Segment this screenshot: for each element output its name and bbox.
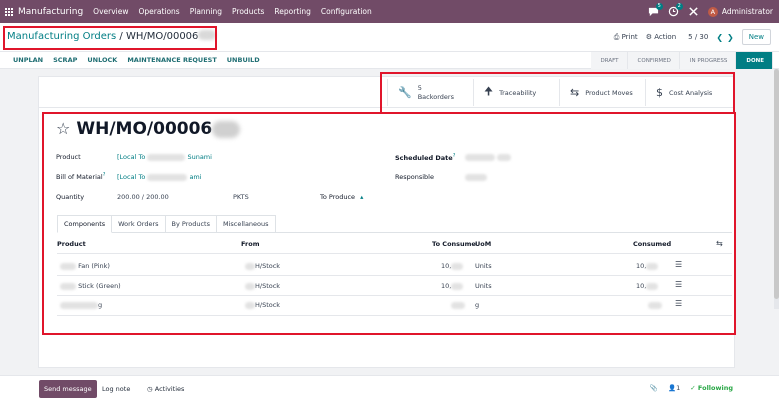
app-name[interactable]: Manufacturing — [18, 7, 83, 17]
action-label: Action — [654, 33, 677, 41]
menu-reporting[interactable]: Reporting — [274, 7, 310, 16]
highlight-box-form — [42, 112, 736, 335]
messages-count: 5 — [655, 3, 663, 10]
scrollbar-thumb[interactable] — [774, 69, 779, 299]
followers-button[interactable]: 👤1 — [668, 384, 680, 392]
print-button[interactable]: ⎙ Print — [614, 33, 638, 42]
menu-operations[interactable]: Operations — [138, 7, 179, 16]
unplan-button[interactable]: UNPLAN — [13, 56, 43, 64]
unbuild-button[interactable]: UNBUILD — [227, 56, 260, 64]
activities-button[interactable]: ◷ Activities — [147, 385, 184, 393]
clock-icon: ◷ — [147, 385, 153, 393]
activities-label: Activities — [154, 385, 185, 393]
attachment-icon[interactable]: 📎 — [650, 384, 658, 392]
control-panel-right: ⎙ Print ⚙ Action 5 / 30 ❮ ❯ New — [614, 29, 771, 45]
action-button[interactable]: ⚙ Action — [646, 33, 676, 41]
activities-button[interactable]: 2 — [668, 3, 683, 17]
avatar[interactable]: A — [707, 6, 718, 17]
pager-value[interactable]: 5 / 30 — [688, 33, 708, 41]
maintenance-request-button[interactable]: MAINTENANCE REQUEST — [127, 56, 216, 64]
tools-icon[interactable] — [688, 6, 699, 17]
pager-next-icon[interactable]: ❯ — [727, 33, 734, 42]
print-label: Print — [621, 32, 638, 41]
highlight-box-smart-buttons — [380, 72, 735, 114]
chatter-right: 📎 👤1 ✓ Following — [650, 384, 733, 392]
gear-icon: ⚙ — [645, 33, 652, 41]
pager-previous-icon[interactable]: ❮ — [716, 33, 723, 42]
menu-products[interactable]: Products — [232, 7, 264, 16]
menu-overview[interactable]: Overview — [93, 7, 128, 16]
stage-done[interactable]: DONE — [736, 52, 773, 69]
action-bar: UNPLAN SCRAP UNLOCK MAINTENANCE REQUEST … — [0, 52, 779, 69]
main-menu: Overview Operations Planning Products Re… — [93, 7, 372, 16]
following-label: Following — [697, 384, 733, 392]
following-button[interactable]: ✓ Following — [690, 384, 733, 392]
send-message-button[interactable]: Send message — [39, 380, 97, 398]
log-note-button[interactable]: Log note — [102, 385, 130, 393]
stage-draft[interactable]: DRAFT — [590, 52, 628, 69]
print-icon: ⎙ — [613, 32, 620, 41]
chatter: Send message Log note ◷ Activities 📎 👤1 … — [0, 375, 779, 412]
stage-confirmed[interactable]: CONFIRMED — [627, 52, 680, 69]
followers-count: 1 — [676, 384, 681, 392]
messages-button[interactable]: 5 — [648, 3, 663, 17]
activities-count: 2 — [675, 3, 683, 10]
user-name[interactable]: Administrator — [722, 7, 773, 16]
status-bar: DRAFT CONFIRMED IN PROGRESS DONE — [590, 52, 773, 69]
scrap-button[interactable]: SCRAP — [53, 56, 77, 64]
new-button[interactable]: New — [741, 29, 771, 45]
highlight-box-breadcrumb — [3, 26, 217, 50]
stage-in-progress[interactable]: IN PROGRESS — [679, 52, 737, 69]
menu-configuration[interactable]: Configuration — [321, 7, 372, 16]
systray: 5 2 A Administrator — [648, 0, 773, 23]
top-navbar: Manufacturing Overview Operations Planni… — [0, 0, 779, 23]
action-buttons: UNPLAN SCRAP UNLOCK MAINTENANCE REQUEST … — [13, 56, 260, 64]
apps-menu-icon[interactable] — [5, 7, 13, 16]
unlock-button[interactable]: UNLOCK — [87, 56, 117, 64]
menu-planning[interactable]: Planning — [190, 7, 222, 16]
user-icon: 👤 — [667, 384, 677, 392]
